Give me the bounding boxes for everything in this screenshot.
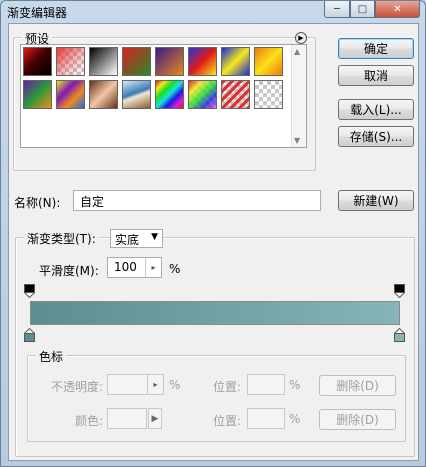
maximize-icon: □ [357,3,368,15]
preset-swatch-violet-orange[interactable] [155,47,184,76]
opacity-label: 不透明度: [51,380,104,394]
opacity-stop-left-icon[interactable] [24,284,35,298]
smoothness-unit: % [169,262,181,276]
ok-button[interactable]: 确定 [338,38,414,59]
cancel-button[interactable]: 取消 [338,65,414,86]
color-menu-arrow-icon[interactable]: ▶ [148,408,162,429]
opacity-slider-arrow-icon[interactable]: ▸ [147,375,163,394]
chevron-down-icon: ▼ [151,232,158,242]
title-bar: 渐变编辑器 ─ □ ✕ [1,1,425,23]
smoothness-label: 平滑度(M): [39,264,99,278]
new-button[interactable]: 新建(W) [338,190,414,211]
preset-swatch-copper[interactable] [89,80,118,109]
preset-swatch-chrome[interactable] [122,80,151,109]
window-title: 渐变编辑器 [7,6,68,20]
opacity-location-input[interactable] [247,374,285,395]
smoothness-value: 100 [114,260,137,274]
presets-menu-icon[interactable]: ▶ [295,32,307,44]
gradient-type-label: 渐变类型(T): [24,230,99,247]
preset-swatch-fill [57,48,84,75]
scroll-up-icon[interactable]: ▲ [294,47,300,56]
opacity-unit: % [169,378,181,392]
gradient-type-value: 实底 [115,233,140,247]
preset-swatch-yellow-violet-orange-blue[interactable] [56,80,85,109]
gradient-type-dropdown[interactable]: 实底 ▼ [110,229,163,248]
smoothness-slider-arrow-icon[interactable]: ▸ [145,258,161,277]
maximize-button[interactable]: □ [350,1,375,18]
preset-swatch-spectrum[interactable] [155,80,184,109]
minimize-icon: ─ [333,3,341,15]
smoothness-input[interactable]: 100 ▸ [107,257,162,278]
load-button[interactable]: 载入(L)... [338,99,414,120]
preset-swatch-fill [189,81,216,108]
scroll-down-icon[interactable]: ▼ [294,136,300,145]
save-button[interactable]: 存储(S)... [338,126,414,147]
preset-swatch-blue-yellow-blue[interactable] [221,47,250,76]
color-label: 颜色: [75,414,104,428]
preset-swatch-transparent-checker[interactable] [254,80,283,109]
color-location-input[interactable] [247,408,285,429]
name-input[interactable]: 自定 [73,190,321,211]
color-location-label: 位置: [213,414,242,428]
opacity-stop-right-icon[interactable] [394,284,405,298]
preset-swatch-transparent-rainbow[interactable] [188,80,217,109]
delete-opacity-stop-button[interactable]: 删除(D) [319,375,396,396]
color-swatch-input[interactable] [107,408,147,429]
gradient-preview-bar[interactable] [30,301,400,325]
close-button[interactable]: ✕ [375,1,420,18]
presets-scrollbar[interactable]: ▲ ▼ [291,45,306,147]
presets-group: 预设 ▶ ▲ ▼ [13,30,316,171]
color-stop-left-icon[interactable] [24,328,35,342]
preset-swatch-violet-green-orange[interactable] [23,80,52,109]
preset-swatch-foreground-to-transparent[interactable] [56,47,85,76]
gradient-editor-window: 渐变编辑器 ─ □ ✕ 预设 ▶ ▲ ▼ 确定 取消 载入(L)... 存储(S… [0,0,426,467]
minimize-button[interactable]: ─ [324,1,350,18]
presets-swatch-grid: ▲ ▼ [20,44,307,148]
opacity-location-label: 位置: [213,380,242,394]
color-stop-right-icon[interactable] [394,328,405,342]
close-icon: ✕ [393,3,402,15]
name-label: 名称(N): [14,196,61,210]
preset-swatch-fill [222,81,249,108]
preset-swatch-black-white[interactable] [89,47,118,76]
color-stops-label: 色标 [36,348,67,365]
preset-swatch-blue-red-yellow[interactable] [188,47,217,76]
opacity-input[interactable]: ▸ [107,374,164,395]
delete-color-stop-button[interactable]: 删除(D) [319,409,396,430]
preset-swatch-foreground-to-background[interactable] [23,47,52,76]
color-location-unit: % [289,412,301,426]
dialog-body: 预设 ▶ ▲ ▼ 确定 取消 载入(L)... 存储(S)... 名称(N): … [8,23,419,461]
preset-swatch-transparent-stripes[interactable] [221,80,250,109]
preset-swatch-red-green[interactable] [122,47,151,76]
preset-swatch-orange-yellow-orange[interactable] [254,47,283,76]
opacity-location-unit: % [289,378,301,392]
